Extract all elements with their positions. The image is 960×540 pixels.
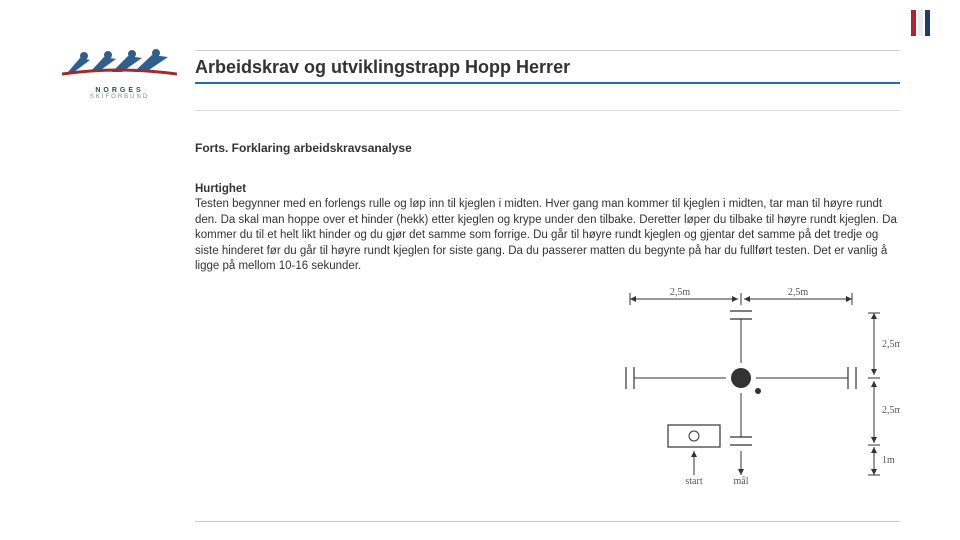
norway-flag-accent: [911, 10, 930, 36]
title-underline-rule: [195, 110, 900, 111]
goal-label: mål: [734, 476, 749, 485]
logo-line2: SKIFORBUND: [62, 94, 177, 100]
dim-side-upper: 2,5m: [882, 339, 900, 350]
federation-logo: NORGES SKIFORBUND: [62, 48, 177, 101]
skier-logo-icon: [62, 48, 177, 80]
subtitle: Forts. Forklaring arbeidskravsanalyse: [195, 141, 900, 155]
flag-stripe-white: [918, 10, 923, 36]
flag-stripe-red: [911, 10, 916, 36]
logo-line1: NORGES: [62, 87, 177, 94]
dim-top-right: 2,5m: [788, 287, 809, 298]
start-label: start: [685, 476, 702, 485]
diagram-container: 2,5m 2,5m 2,5m 2,5m 1m: [195, 285, 900, 485]
main-content: Arbeidskrav og utviklingstrapp Hopp Herr…: [195, 50, 900, 485]
page-title: Arbeidskrav og utviklingstrapp Hopp Herr…: [195, 50, 900, 84]
dim-top-left: 2,5m: [670, 287, 691, 298]
footer-rule: [195, 521, 900, 522]
section-heading: Hurtighet: [195, 183, 900, 195]
course-diagram: 2,5m 2,5m 2,5m 2,5m 1m: [590, 285, 900, 485]
dim-bottom: 1m: [882, 455, 895, 466]
flag-stripe-blue: [925, 10, 930, 36]
body-text: Testen begynner med en forlengs rulle og…: [195, 197, 900, 275]
logo-wordmark: NORGES SKIFORBUND: [62, 87, 177, 101]
dim-side-lower: 2,5m: [882, 405, 900, 416]
